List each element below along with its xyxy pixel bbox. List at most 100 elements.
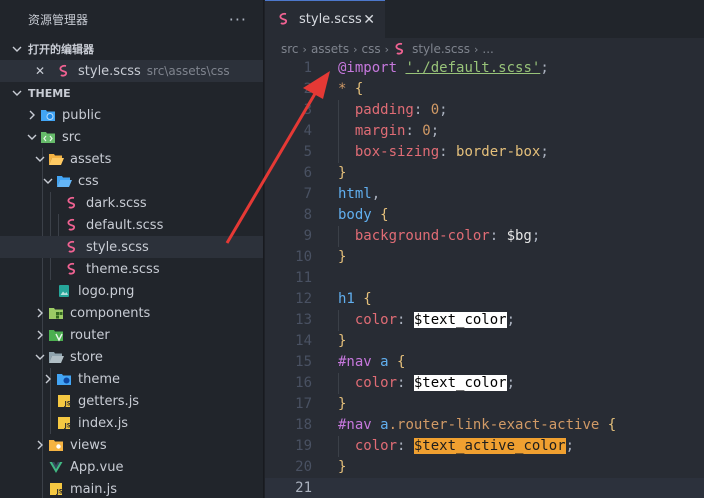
code-text: } <box>338 331 346 352</box>
breadcrumb-src[interactable]: src <box>281 42 299 56</box>
code-text: background-color: $bg; <box>338 226 540 247</box>
code-token: 0 <box>430 102 440 118</box>
tree-file-logo-png[interactable]: logo.png <box>0 280 263 302</box>
src-folder-icon <box>40 129 56 145</box>
tree-file-default-scss[interactable]: default.scss <box>0 214 263 236</box>
breadcrumb-css[interactable]: css <box>362 42 381 56</box>
code-line[interactable]: 9 background-color: $bg; <box>265 226 704 247</box>
chevron-right-icon: › <box>384 42 390 56</box>
tab-bar: style.scss ✕ <box>265 0 704 38</box>
code-token: : <box>413 102 431 118</box>
code-text: color: $text_color; <box>338 373 515 394</box>
breadcrumb-file[interactable]: style.scss <box>412 42 470 56</box>
code-line[interactable]: 1 @import './default.scss'; <box>265 58 704 79</box>
code-line[interactable]: 4 margin: 0; <box>265 121 704 142</box>
close-icon[interactable]: ✕ <box>32 63 48 79</box>
code-text: * { <box>338 79 363 100</box>
line-number: 17 <box>295 396 312 412</box>
open-editors-label: 打开的编辑器 <box>28 43 94 56</box>
code-line[interactable]: 21 <box>265 478 704 498</box>
svg-text:JS: JS <box>64 423 72 430</box>
tree-file-app-vue[interactable]: App.vue <box>0 456 263 478</box>
code-text: } <box>338 457 346 478</box>
code-line[interactable]: 20} <box>265 457 704 478</box>
code-line[interactable]: 17} <box>265 394 704 415</box>
code-line[interactable]: 15 #nav a { <box>265 352 704 373</box>
tree-file-theme-scss[interactable]: theme.scss <box>0 258 263 280</box>
code-token: { <box>607 417 617 433</box>
code-line[interactable]: 19 color: $text_active_color; <box>265 436 704 457</box>
tree-folder-store[interactable]: store <box>0 346 263 368</box>
tree-folder-css[interactable]: css <box>0 170 263 192</box>
code-line[interactable]: 2 * { <box>265 79 704 100</box>
code-line[interactable]: 16 color: $text_color; <box>265 373 704 394</box>
code-token: background-color <box>354 228 490 244</box>
code-line[interactable]: 6} <box>265 163 704 184</box>
tree-folder-router[interactable]: router <box>0 324 263 346</box>
breadcrumb-symbol[interactable]: ... <box>482 42 493 56</box>
chevron-down-icon <box>24 126 40 148</box>
open-editors-section[interactable]: 打开的编辑器 <box>0 38 263 60</box>
code-token: a <box>380 354 389 370</box>
tab-style-scss[interactable]: style.scss ✕ <box>265 0 385 38</box>
tree-folder-src[interactable]: src <box>0 126 263 148</box>
line-number: 12 <box>295 291 312 307</box>
open-editor-item[interactable]: ✕ style.scss src\assets\css <box>0 60 263 82</box>
breadcrumb-assets[interactable]: assets <box>311 42 349 56</box>
tree-file-getters-js[interactable]: JS getters.js <box>0 390 263 412</box>
editor-area: style.scss ✕ src › assets › css › style.… <box>265 0 704 498</box>
code-token: $text_active_color <box>413 438 566 454</box>
tree-folder-views[interactable]: views <box>0 434 263 456</box>
more-actions-icon[interactable]: ··· <box>229 10 247 29</box>
chevron-right-icon: › <box>474 42 479 56</box>
code-line[interactable]: 10} <box>265 247 704 268</box>
tree-label: css <box>78 173 99 189</box>
code-editor[interactable]: 1 @import './default.scss'; 2 * {3 padding:… <box>265 58 704 498</box>
tab-label: style.scss <box>299 12 362 27</box>
close-icon[interactable]: ✕ <box>363 12 375 28</box>
tree-folder-public[interactable]: public <box>0 104 263 126</box>
code-text: color: $text_active_color; <box>338 436 574 457</box>
code-token: 0 <box>422 123 431 139</box>
tree-file-style-scss[interactable]: style.scss <box>0 236 263 258</box>
explorer-sidebar: 资源管理器 ··· 打开的编辑器 ✕ style.scss src\assets… <box>0 0 264 498</box>
code-line[interactable]: 8 body { <box>265 205 704 226</box>
code-token: } <box>338 333 347 349</box>
code-line[interactable]: 3 padding: 0; <box>265 100 704 121</box>
explorer-title: 资源管理器 <box>28 12 89 27</box>
code-token: box-sizing <box>354 144 440 160</box>
code-token: { <box>354 81 364 97</box>
code-line[interactable]: 11 <box>265 268 704 289</box>
chevron-right-icon: › <box>353 42 358 56</box>
code-line[interactable]: 5 box-sizing: border-box; <box>265 142 704 163</box>
tree-file-main-js[interactable]: JS main.js <box>0 478 263 498</box>
line-number: 21 <box>295 480 312 496</box>
explorer-header: 资源管理器 ··· <box>0 0 263 38</box>
line-number: 4 <box>303 123 312 139</box>
code-line[interactable]: 18 #nav a.router-link-exact-active { <box>265 415 704 436</box>
vue-file-icon <box>48 459 64 475</box>
code-token: : <box>489 228 507 244</box>
code-token: : <box>405 123 423 139</box>
tree-folder-assets[interactable]: assets <box>0 148 263 170</box>
chevron-down-icon <box>32 148 48 170</box>
project-section[interactable]: THEME <box>0 82 263 104</box>
tree-file-dark-scss[interactable]: dark.scss <box>0 192 263 214</box>
breadcrumb: src › assets › css › style.scss › ... <box>265 38 704 60</box>
code-line[interactable]: 14} <box>265 331 704 352</box>
code-line[interactable]: 12 h1 { <box>265 289 704 310</box>
tree-folder-theme[interactable]: theme <box>0 368 263 390</box>
code-line[interactable]: 7 html, <box>265 184 704 205</box>
code-text: html, <box>338 184 380 205</box>
chevron-down-icon <box>12 88 28 98</box>
line-number: 9 <box>303 228 312 244</box>
line-number: 18 <box>295 417 312 433</box>
tree-file-index-js[interactable]: JS index.js <box>0 412 263 434</box>
code-line[interactable]: 13 color: $text_color; <box>265 310 704 331</box>
js-file-icon: JS <box>48 481 64 497</box>
tree-folder-components[interactable]: components <box>0 302 263 324</box>
